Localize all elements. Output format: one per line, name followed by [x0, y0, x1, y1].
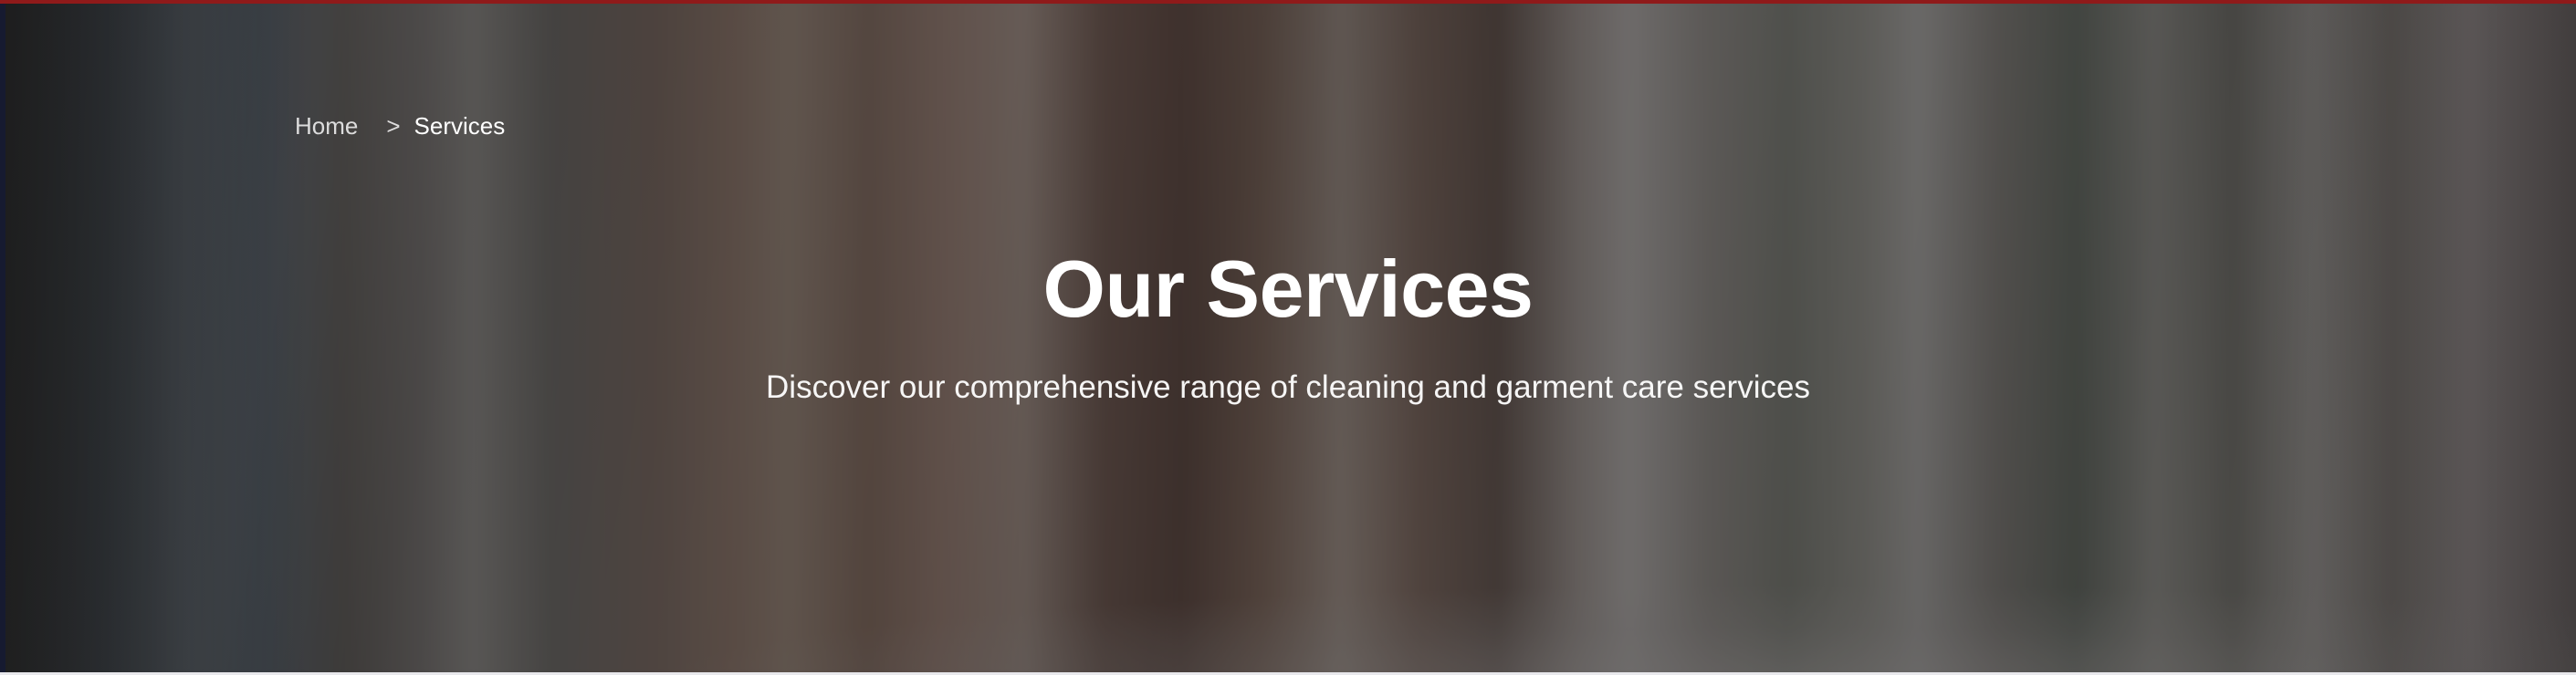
page-subtitle: Discover our comprehensive range of clea…	[766, 369, 1810, 405]
breadcrumb-home-link[interactable]: Home	[295, 112, 358, 140]
breadcrumb-separator: >	[386, 111, 401, 140]
top-accent-bar	[0, 0, 2576, 4]
page-title: Our Services	[1042, 244, 1534, 334]
breadcrumb: Home > Services	[295, 109, 505, 142]
page-hero: Home > Services Our Services Discover ou…	[0, 0, 2576, 675]
breadcrumb-current-page: Services	[414, 111, 506, 140]
